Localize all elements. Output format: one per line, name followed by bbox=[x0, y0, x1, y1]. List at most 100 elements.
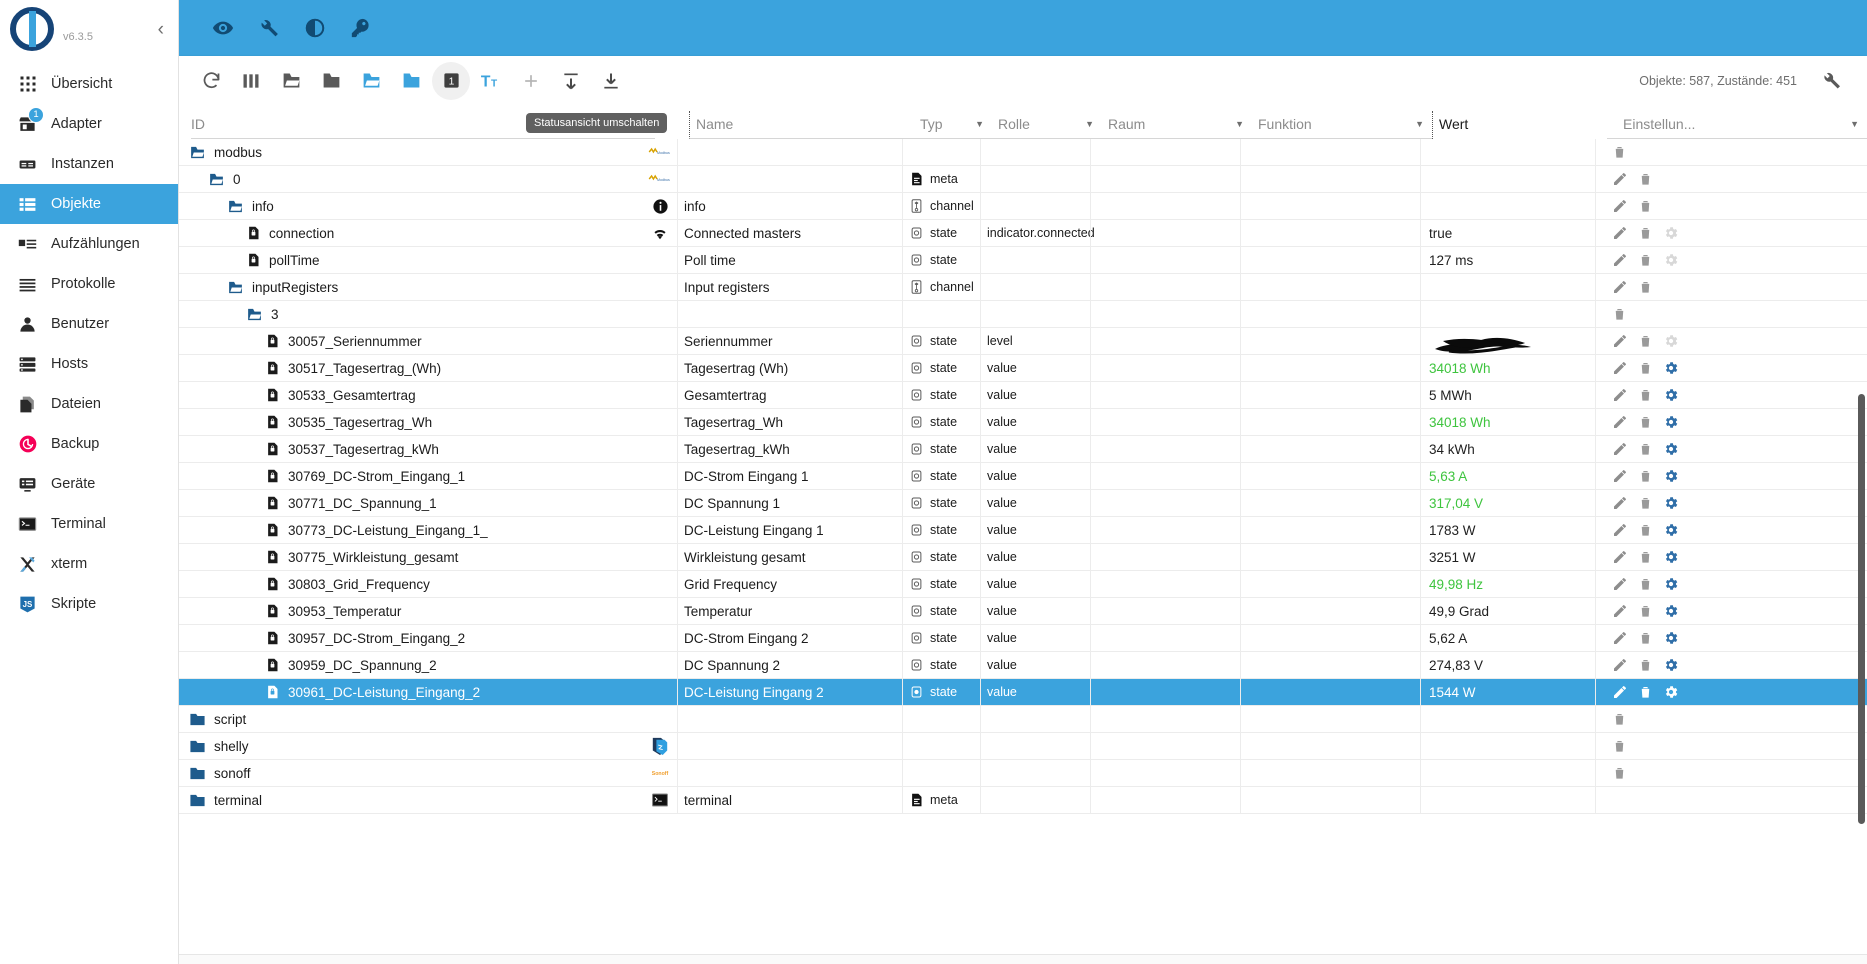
table-row[interactable]: 30771_DC_Spannung_1 DC Spannung 1 state val… bbox=[179, 489, 1867, 517]
column-header-typ[interactable]: Typ ▼ bbox=[914, 111, 992, 139]
cell-id[interactable]: 30961_DC-Leistung_Eingang_2 bbox=[179, 684, 643, 700]
cell-wert[interactable]: 3251 W bbox=[1420, 543, 1595, 571]
table-row[interactable]: 30773_DC-Leistung_Eingang_1_ DC-Leistung … bbox=[179, 516, 1867, 544]
delete-icon[interactable] bbox=[1638, 441, 1653, 457]
edit-icon[interactable] bbox=[1612, 387, 1628, 403]
column-header-raum[interactable]: Raum ▼ bbox=[1102, 111, 1252, 139]
table-row[interactable]: 30803_Grid_Frequency Grid Frequency state v… bbox=[179, 570, 1867, 598]
text-size-icon[interactable]: TT bbox=[472, 62, 510, 100]
column-header-funktion[interactable]: Funktion ▼ bbox=[1252, 111, 1432, 139]
table-row[interactable]: 30057_Seriennummer Seriennummer state level bbox=[179, 327, 1867, 355]
cell-id[interactable]: modbus bbox=[179, 144, 643, 161]
delete-icon[interactable] bbox=[1638, 468, 1653, 484]
edit-icon[interactable] bbox=[1612, 225, 1628, 241]
cell-id[interactable]: 30537_Tagesertrag_kWh bbox=[179, 441, 643, 457]
sidebar-item-benutzer[interactable]: Benutzer bbox=[0, 304, 178, 344]
settings-icon[interactable] bbox=[1663, 603, 1679, 619]
table-row[interactable]: info info channel bbox=[179, 192, 1867, 220]
delete-icon[interactable] bbox=[1638, 252, 1653, 268]
delete-icon[interactable] bbox=[1638, 360, 1653, 376]
delete-icon[interactable] bbox=[1638, 603, 1653, 619]
sidebar-item-protokolle[interactable]: Protokolle bbox=[0, 264, 178, 304]
settings-icon[interactable] bbox=[1663, 549, 1679, 565]
cell-wert[interactable] bbox=[1420, 705, 1595, 733]
cell-id[interactable]: 30803_Grid_Frequency bbox=[179, 576, 643, 592]
table-row[interactable]: 30775_Wirkleistung_gesamt Wirkleistung ge… bbox=[179, 543, 1867, 571]
state-doc-icon[interactable] bbox=[265, 684, 280, 700]
cell-wert[interactable] bbox=[1420, 192, 1595, 220]
cell-id[interactable]: pollTime bbox=[179, 252, 643, 268]
edit-icon[interactable] bbox=[1612, 630, 1628, 646]
cell-id[interactable]: 30771_DC_Spannung_1 bbox=[179, 495, 643, 511]
sidebar-item-objekte[interactable]: Objekte bbox=[0, 184, 178, 224]
cell-id[interactable]: 30953_Temperatur bbox=[179, 603, 643, 619]
delete-icon[interactable] bbox=[1638, 522, 1653, 538]
table-row[interactable]: shelly bbox=[179, 732, 1867, 760]
edit-icon[interactable] bbox=[1612, 549, 1628, 565]
cell-id[interactable]: 30959_DC_Spannung_2 bbox=[179, 657, 643, 673]
settings-icon[interactable] bbox=[1663, 576, 1679, 592]
delete-icon[interactable] bbox=[1638, 630, 1653, 646]
delete-icon[interactable] bbox=[1638, 495, 1653, 511]
cell-wert[interactable] bbox=[1420, 732, 1595, 760]
settings-icon[interactable] bbox=[1663, 495, 1679, 511]
settings-icon[interactable] bbox=[1663, 630, 1679, 646]
table-row[interactable]: 0 Modbus meta bbox=[179, 165, 1867, 193]
folder-closed-icon[interactable] bbox=[189, 765, 206, 782]
state-doc-icon[interactable] bbox=[265, 657, 280, 673]
cell-id[interactable]: 30773_DC-Leistung_Eingang_1_ bbox=[179, 522, 643, 538]
settings-icon[interactable] bbox=[1663, 468, 1679, 484]
cell-wert[interactable]: 5 MWh bbox=[1420, 381, 1595, 409]
delete-icon[interactable] bbox=[1638, 414, 1653, 430]
folder-expand-all-icon[interactable] bbox=[272, 62, 310, 100]
state-doc-icon[interactable] bbox=[265, 387, 280, 403]
table-row[interactable]: 30537_Tagesertrag_kWh Tagesertrag_kWh stat… bbox=[179, 435, 1867, 463]
cell-id[interactable]: 30535_Tagesertrag_Wh bbox=[179, 414, 643, 430]
edit-icon[interactable] bbox=[1612, 279, 1628, 295]
folder-open-icon[interactable] bbox=[208, 171, 225, 188]
edit-icon[interactable] bbox=[1612, 603, 1628, 619]
sidebar-item-backup[interactable]: Backup bbox=[0, 424, 178, 464]
delete-icon[interactable] bbox=[1638, 549, 1653, 565]
sidebar-item-adapter[interactable]: 1 Adapter bbox=[0, 104, 178, 144]
state-doc-icon[interactable] bbox=[246, 252, 261, 268]
delete-icon[interactable] bbox=[1612, 765, 1627, 781]
delete-icon[interactable] bbox=[1638, 387, 1653, 403]
state-doc-icon[interactable] bbox=[265, 630, 280, 646]
table-row[interactable]: connection Connected masters state indicato… bbox=[179, 219, 1867, 247]
delete-icon[interactable] bbox=[1612, 738, 1627, 754]
sidebar-item-skripte[interactable]: JS Skripte bbox=[0, 584, 178, 624]
folder-closed-icon[interactable] bbox=[189, 792, 206, 809]
refresh-icon[interactable] bbox=[192, 62, 230, 100]
edit-icon[interactable] bbox=[1612, 333, 1628, 349]
cell-wert[interactable]: 5,62 A bbox=[1420, 624, 1595, 652]
table-row[interactable]: sonoff Sonoff bbox=[179, 759, 1867, 787]
sidebar-item-dateien[interactable]: Dateien bbox=[0, 384, 178, 424]
state-doc-icon[interactable] bbox=[265, 414, 280, 430]
wrench-icon[interactable] bbox=[251, 10, 287, 46]
table-row[interactable]: 30517_Tagesertrag_(Wh) Tagesertrag (Wh) st… bbox=[179, 354, 1867, 382]
cell-wert[interactable]: 34 kWh bbox=[1420, 435, 1595, 463]
state-doc-icon[interactable] bbox=[265, 468, 280, 484]
export-icon[interactable] bbox=[592, 62, 630, 100]
table-row[interactable]: terminal terminal meta bbox=[179, 786, 1867, 814]
cell-id[interactable]: 3 bbox=[179, 306, 643, 323]
edit-icon[interactable] bbox=[1612, 684, 1628, 700]
import-icon[interactable] bbox=[552, 62, 590, 100]
state-doc-icon[interactable] bbox=[265, 441, 280, 457]
delete-icon[interactable] bbox=[1638, 657, 1653, 673]
edit-icon[interactable] bbox=[1612, 522, 1628, 538]
sidebar-item-xterm[interactable]: xterm bbox=[0, 544, 178, 584]
cell-id[interactable]: terminal bbox=[179, 792, 643, 809]
cell-wert[interactable] bbox=[1420, 759, 1595, 787]
table-row[interactable]: modbus Modbus bbox=[179, 139, 1867, 166]
column-header-name[interactable]: Name bbox=[689, 111, 914, 139]
edit-icon[interactable] bbox=[1612, 414, 1628, 430]
delete-icon[interactable] bbox=[1638, 225, 1653, 241]
column-header-wert[interactable]: Wert bbox=[1432, 111, 1607, 139]
cell-id[interactable]: 30057_Seriennummer bbox=[179, 333, 643, 349]
cell-wert[interactable]: 34018 Wh bbox=[1420, 354, 1595, 382]
cell-wert[interactable] bbox=[1420, 273, 1595, 301]
cell-id[interactable]: 30775_Wirkleistung_gesamt bbox=[179, 549, 643, 565]
settings-wrench-icon[interactable] bbox=[1812, 62, 1850, 100]
